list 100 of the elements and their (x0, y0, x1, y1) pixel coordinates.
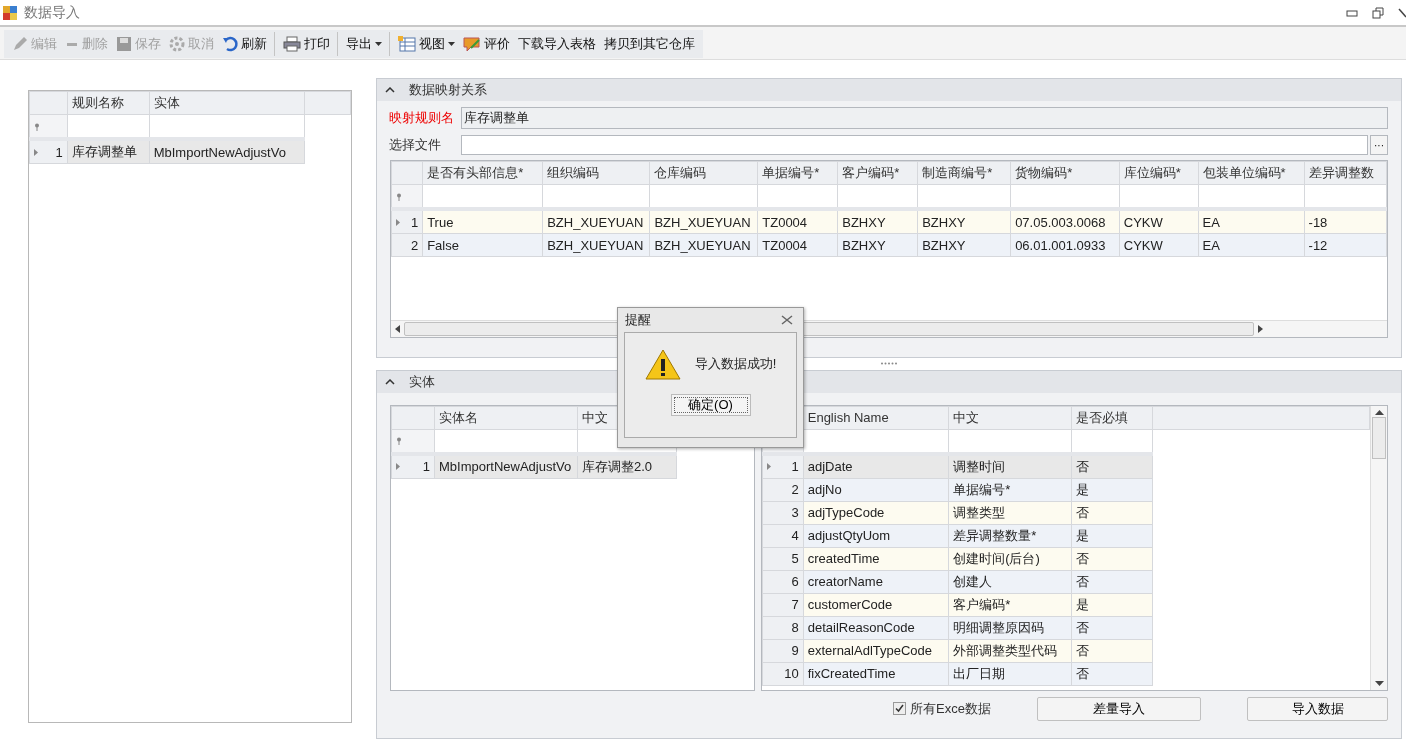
filter-cell[interactable] (149, 114, 305, 139)
table-cell: 客户编码* (948, 593, 1072, 617)
action-button[interactable]: 导入数据 (1247, 696, 1388, 721)
row-pointer-icon (396, 463, 400, 471)
row-indicator[interactable]: 10 (762, 662, 804, 686)
filter-cell[interactable] (803, 429, 949, 454)
table-cell: externalAdlTypeCode (803, 639, 949, 663)
row-indicator[interactable]: 1 (391, 209, 423, 234)
table-cell: 外部调整类型代码 (948, 639, 1072, 663)
table-cell: True (422, 209, 543, 234)
filter-cell[interactable] (917, 184, 1011, 209)
toolbar-button[interactable]: 下载导入表格 (514, 32, 600, 56)
scrollbar-thumb[interactable] (1372, 416, 1386, 459)
row-indicator[interactable]: 9 (762, 639, 804, 663)
column-header[interactable]: 实体 (149, 91, 305, 115)
close-icon[interactable] (1398, 6, 1406, 19)
row-indicator[interactable]: 3 (762, 501, 804, 525)
column-header[interactable]: 制造商编号* (917, 161, 1011, 185)
column-header[interactable]: 库位编码* (1119, 161, 1199, 185)
column-header[interactable]: 包装单位编码* (1198, 161, 1305, 185)
scroll-down-icon[interactable] (1374, 680, 1384, 686)
field-label: 映射规则名 (389, 109, 455, 127)
group-title: 实体 (409, 372, 435, 391)
filter-cell[interactable] (1304, 184, 1387, 209)
table-cell: BZH_XUEYUAN (542, 209, 650, 234)
restore-icon[interactable] (1372, 6, 1384, 19)
column-header[interactable]: 仓库编码 (649, 161, 758, 185)
row-indicator[interactable]: 5 (762, 547, 804, 571)
table-cell: 创建时间(后台) (948, 547, 1072, 571)
dialog-message: 导入数据成功! (694, 355, 777, 373)
table-cell: detailReasonCode (803, 616, 949, 640)
column-header[interactable]: 单据编号* (757, 161, 838, 185)
table-cell: BZH_XUEYUAN (649, 233, 758, 257)
app-icon (2, 4, 18, 21)
action-button[interactable]: 差量导入 (1036, 696, 1201, 721)
toolbar-button[interactable]: 拷贝到其它仓库 (600, 32, 699, 56)
table-cell: 出厂日期 (948, 662, 1072, 686)
column-header (304, 91, 351, 115)
filter-cell[interactable] (1198, 184, 1305, 209)
table-cell: 创建人 (948, 570, 1072, 594)
toolbar-button[interactable]: 导出 (342, 32, 390, 56)
row-pointer-icon (34, 148, 38, 156)
collapse-icon[interactable] (385, 378, 395, 385)
column-header[interactable]: 组织编码 (542, 161, 650, 185)
splitter-grip-icon[interactable] (880, 362, 898, 366)
table-cell: 单据编号* (948, 478, 1072, 502)
file-field[interactable] (461, 135, 1368, 155)
row-indicator[interactable]: 7 (762, 593, 804, 617)
close-icon[interactable] (781, 315, 793, 325)
table-cell: adjNo (803, 478, 949, 502)
filter-cell[interactable] (1010, 184, 1120, 209)
warning-icon (644, 348, 681, 380)
table-cell: 库存调整单 (67, 139, 150, 164)
ok-button[interactable]: 确定(O) (670, 394, 751, 416)
row-indicator[interactable]: 6 (762, 570, 804, 594)
filter-cell[interactable] (422, 184, 543, 209)
filter-cell[interactable] (542, 184, 650, 209)
undo-icon (222, 36, 238, 52)
scroll-left-icon[interactable] (395, 325, 400, 333)
column-header[interactable]: 中文 (948, 406, 1072, 430)
filter-cell[interactable] (948, 429, 1072, 454)
column-header[interactable]: 规则名称 (67, 91, 150, 115)
row-indicator[interactable]: 4 (762, 524, 804, 548)
all-excel-checkbox[interactable]: 所有Exce数据 (893, 699, 991, 718)
table-cell: BZHXY (837, 209, 918, 234)
browse-button[interactable]: ··· (1370, 135, 1388, 155)
column-header[interactable]: 货物编码* (1010, 161, 1120, 185)
row-pointer-icon (767, 463, 771, 471)
table-cell: MbImportNewAdjustVo (149, 139, 305, 164)
row-indicator[interactable]: 2 (391, 233, 423, 257)
row-indicator[interactable]: 2 (762, 478, 804, 502)
toolbar-button[interactable]: 刷新 (218, 32, 275, 56)
column-header[interactable]: 是否有头部信息* (422, 161, 543, 185)
toolbar-button[interactable]: 打印 (279, 32, 338, 56)
column-header[interactable]: 差异调整数 (1304, 161, 1387, 185)
table-cell: createdTime (803, 547, 949, 571)
scroll-right-icon[interactable] (1258, 325, 1263, 333)
table-cell: BZH_XUEYUAN (649, 209, 758, 234)
column-header[interactable]: 客户编码* (837, 161, 918, 185)
table-cell: fixCreatedTime (803, 662, 949, 686)
pin-icon (396, 192, 402, 201)
filter-cell[interactable] (434, 429, 578, 454)
rule-name-field[interactable]: 库存调整单 (461, 107, 1388, 129)
filter-cell[interactable] (1071, 429, 1153, 454)
table-cell: 调整类型 (948, 501, 1072, 525)
table-icon (398, 36, 416, 52)
toolbar-button[interactable]: 视图 (394, 32, 459, 56)
column-header[interactable]: 实体名 (434, 406, 578, 430)
floppy-icon (116, 36, 132, 52)
window-title: 数据导入 (24, 3, 80, 22)
vertical-scrollbar[interactable] (1370, 405, 1387, 690)
collapse-icon[interactable] (385, 87, 395, 93)
toolbar-button[interactable]: 评价 (459, 32, 514, 56)
filter-cell[interactable] (649, 184, 758, 209)
row-indicator[interactable]: 1 (29, 139, 68, 164)
column-header[interactable]: English Name (803, 406, 949, 430)
row-indicator[interactable]: 8 (762, 616, 804, 640)
caret-icon (375, 42, 382, 46)
column-header[interactable]: 是否必填 (1071, 406, 1153, 430)
group-title: 数据映射关系 (409, 81, 487, 99)
